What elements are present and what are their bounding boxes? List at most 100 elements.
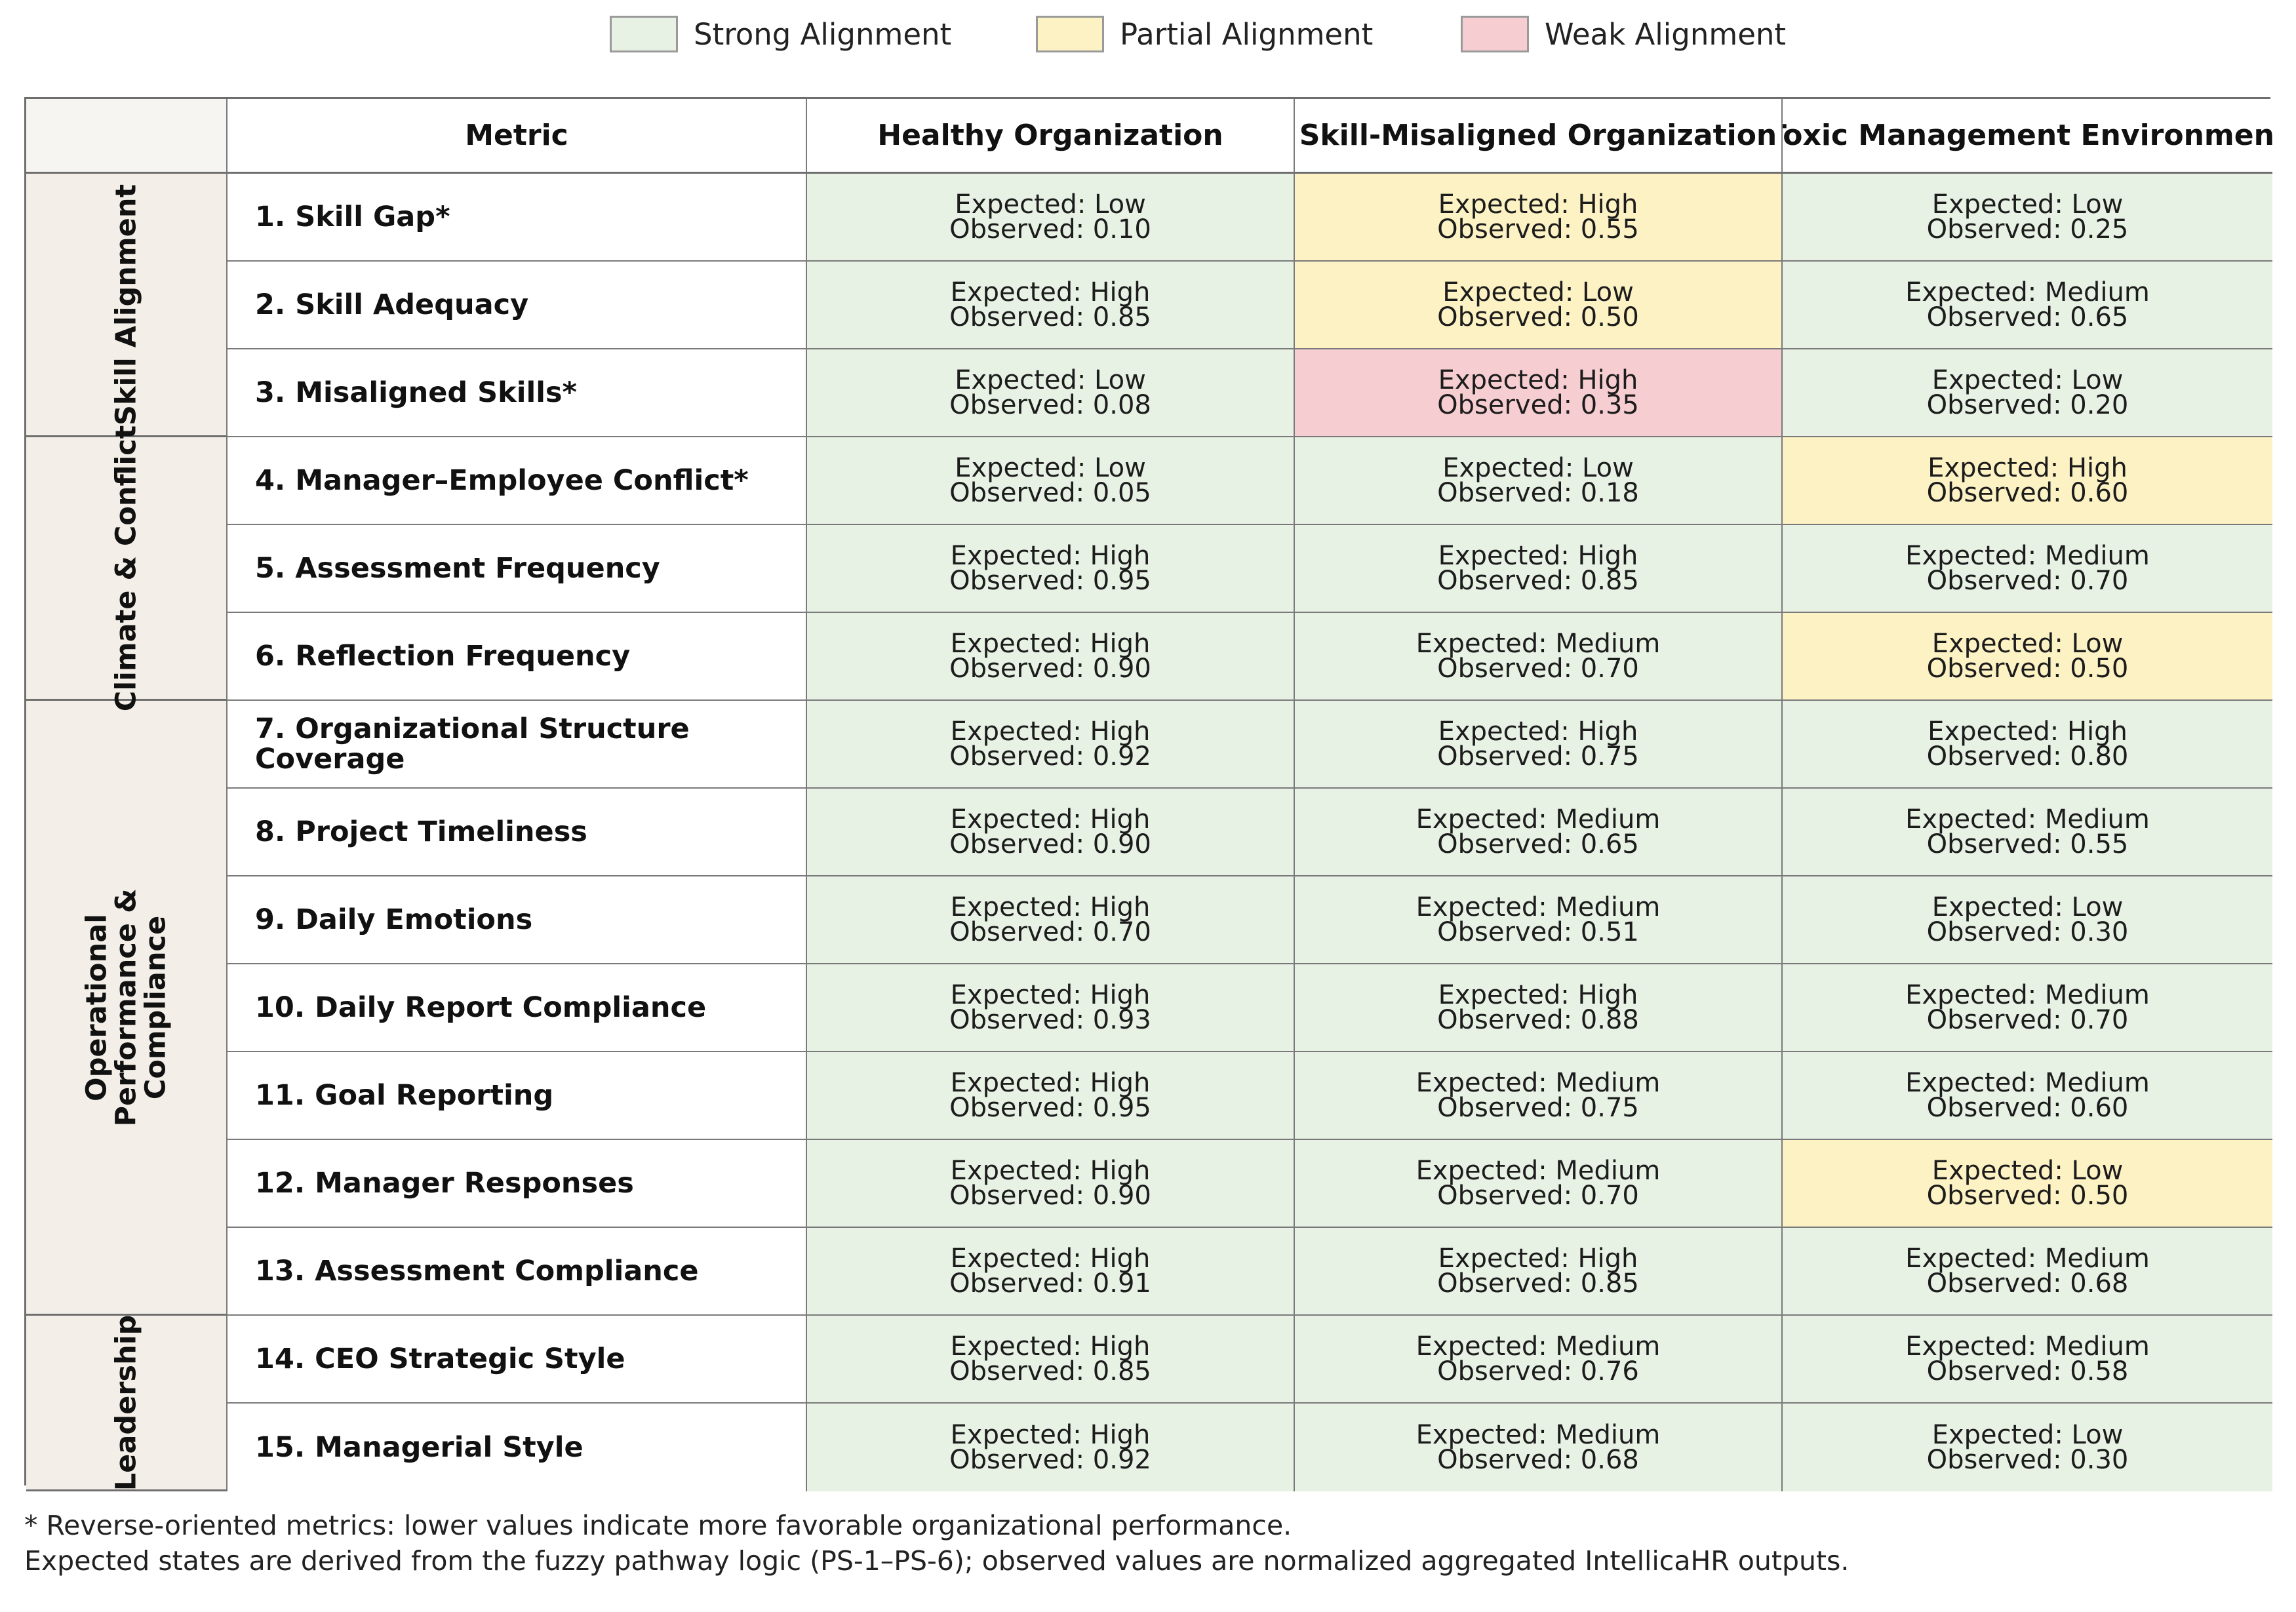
expected-value: Expected: High [950,1331,1151,1362]
expected-value: Expected: High [1928,453,2128,483]
expected-value: Expected: High [1438,541,1638,571]
value-cell: Expected: Low Observed: 0.30 [1783,876,2272,964]
column-header-0: Metric [228,99,807,174]
metric-label: 8. Project Timeliness [228,789,807,876]
value-cell: Expected: Medium Observed: 0.58 [1783,1316,2272,1404]
observed-value: Observed: 0.68 [1926,1268,2129,1299]
expected-value: Expected: Medium [1415,1420,1661,1450]
observed-value: Observed: 0.18 [1437,478,1639,508]
value-cell: Expected: Medium Observed: 0.65 [1295,789,1783,876]
observed-value: Observed: 0.90 [949,829,1151,859]
expected-value: Expected: Medium [1415,1156,1661,1186]
expected-value: Expected: Medium [1415,1331,1661,1362]
observed-value: Observed: 0.60 [1926,1093,2129,1123]
expected-value: Expected: Medium [1905,541,2150,571]
metric-label: 1. Skill Gap* [228,174,807,262]
value-cell: Expected: Low Observed: 0.18 [1295,437,1783,525]
expected-value: Expected: Low [955,189,1146,220]
observed-value: Observed: 0.05 [949,478,1151,508]
observed-value: Observed: 0.91 [949,1268,1151,1299]
expected-value: Expected: High [950,541,1151,571]
legend-item-strong: Strong Alignment [610,14,951,54]
legend-swatch-partial [1036,16,1104,52]
value-cell: Expected: High Observed: 0.90 [807,789,1295,876]
value-cell: Expected: Low Observed: 0.50 [1783,613,2272,701]
observed-value: Observed: 0.80 [1926,741,2129,772]
value-cell: Expected: High Observed: 0.95 [807,1052,1295,1140]
metric-label: 9. Daily Emotions [228,876,807,964]
expected-value: Expected: Low [955,453,1146,483]
metric-label: 14. CEO Strategic Style [228,1316,807,1404]
expected-value: Expected: Medium [1905,1331,2150,1362]
expected-value: Expected: High [1438,1244,1638,1274]
value-cell: Expected: Medium Observed: 0.68 [1295,1404,1783,1491]
footnote-reverse: * Reverse-oriented metrics: lower values… [24,1510,1292,1541]
observed-value: Observed: 0.30 [1926,917,2129,947]
value-cell: Expected: Medium Observed: 0.68 [1783,1228,2272,1316]
expected-value: Expected: Medium [1905,980,2150,1010]
observed-value: Observed: 0.76 [1437,1356,1639,1386]
value-cell: Expected: High Observed: 0.55 [1295,174,1783,262]
metric-label: 3. Misaligned Skills* [228,349,807,437]
column-header-2: Skill-Misaligned Organization [1295,99,1783,174]
value-cell: Expected: Medium Observed: 0.75 [1295,1052,1783,1140]
expected-value: Expected: High [950,1068,1151,1098]
column-header-3: Toxic Management Environment [1783,99,2272,174]
observed-value: Observed: 0.50 [1926,1181,2129,1211]
expected-value: Expected: Medium [1415,804,1661,835]
observed-value: Observed: 0.65 [1437,829,1639,859]
metric-label: 7. Organizational Structure Coverage [228,701,807,789]
value-cell: Expected: High Observed: 0.35 [1295,349,1783,437]
expected-value: Expected: Low [1931,365,2124,395]
alignment-table: Metric Healthy Organization Skill-Misalign… [24,97,2272,1491]
expected-value: Expected: High [950,892,1151,922]
observed-value: Observed: 0.30 [1926,1445,2129,1475]
metric-label: 11. Goal Reporting [228,1052,807,1140]
legend-label-strong: Strong Alignment [694,16,952,52]
observed-value: Observed: 0.85 [949,1356,1151,1386]
metric-label: 10. Daily Report Compliance [228,964,807,1052]
value-cell: Expected: Low Observed: 0.50 [1783,1140,2272,1228]
value-cell: Expected: Medium Observed: 0.55 [1783,789,2272,876]
observed-value: Observed: 0.85 [1437,566,1639,596]
value-cell: Expected: Medium Observed: 0.60 [1783,1052,2272,1140]
expected-value: Expected: Medium [1415,629,1661,659]
legend-label-weak: Weak Alignment [1545,16,1787,52]
value-cell: Expected: Medium Observed: 0.76 [1295,1316,1783,1404]
metric-label: 5. Assessment Frequency [228,525,807,613]
observed-value: Observed: 0.93 [949,1005,1151,1035]
observed-value: Observed: 0.95 [949,1093,1151,1123]
observed-value: Observed: 0.90 [949,654,1151,684]
value-cell: Expected: High Observed: 0.93 [807,964,1295,1052]
value-cell: Expected: High Observed: 0.92 [807,1404,1295,1491]
observed-value: Observed: 0.65 [1926,302,2129,332]
footnote-method: Expected states are derived from the fuz… [24,1545,1850,1577]
value-cell: Expected: High Observed: 0.80 [1783,701,2272,789]
observed-value: Observed: 0.70 [1926,1005,2129,1035]
observed-value: Observed: 0.20 [1926,390,2129,420]
value-cell: Expected: High Observed: 0.90 [807,613,1295,701]
value-cell: Expected: Medium Observed: 0.70 [1295,1140,1783,1228]
legend-item-weak: Weak Alignment [1461,14,1786,54]
expected-value: Expected: Medium [1905,1068,2150,1098]
legend: Strong Alignment Partial Alignment Weak … [0,0,2296,72]
value-cell: Expected: High Observed: 0.85 [1295,1228,1783,1316]
expected-value: Expected: High [950,804,1151,835]
group-cell: Operational Performance & Compliance [26,701,228,1316]
value-cell: Expected: Low Observed: 0.30 [1783,1404,2272,1491]
expected-value: Expected: Low [1931,189,2124,220]
expected-value: Expected: Medium [1415,892,1661,922]
value-cell: Expected: High Observed: 0.90 [807,1140,1295,1228]
metric-label: 15. Managerial Style [228,1404,807,1491]
value-cell: Expected: Medium Observed: 0.70 [1783,964,2272,1052]
expected-value: Expected: High [950,1420,1151,1450]
legend-swatch-strong [610,16,678,52]
observed-value: Observed: 0.50 [1437,302,1639,332]
observed-value: Observed: 0.90 [949,1181,1151,1211]
expected-value: Expected: Low [1931,629,2124,659]
value-cell: Expected: High Observed: 0.92 [807,701,1295,789]
expected-value: Expected: High [950,277,1151,307]
metric-label: 4. Manager–Employee Conflict* [228,437,807,525]
observed-value: Observed: 0.35 [1437,390,1639,420]
value-cell: Expected: Low Observed: 0.20 [1783,349,2272,437]
